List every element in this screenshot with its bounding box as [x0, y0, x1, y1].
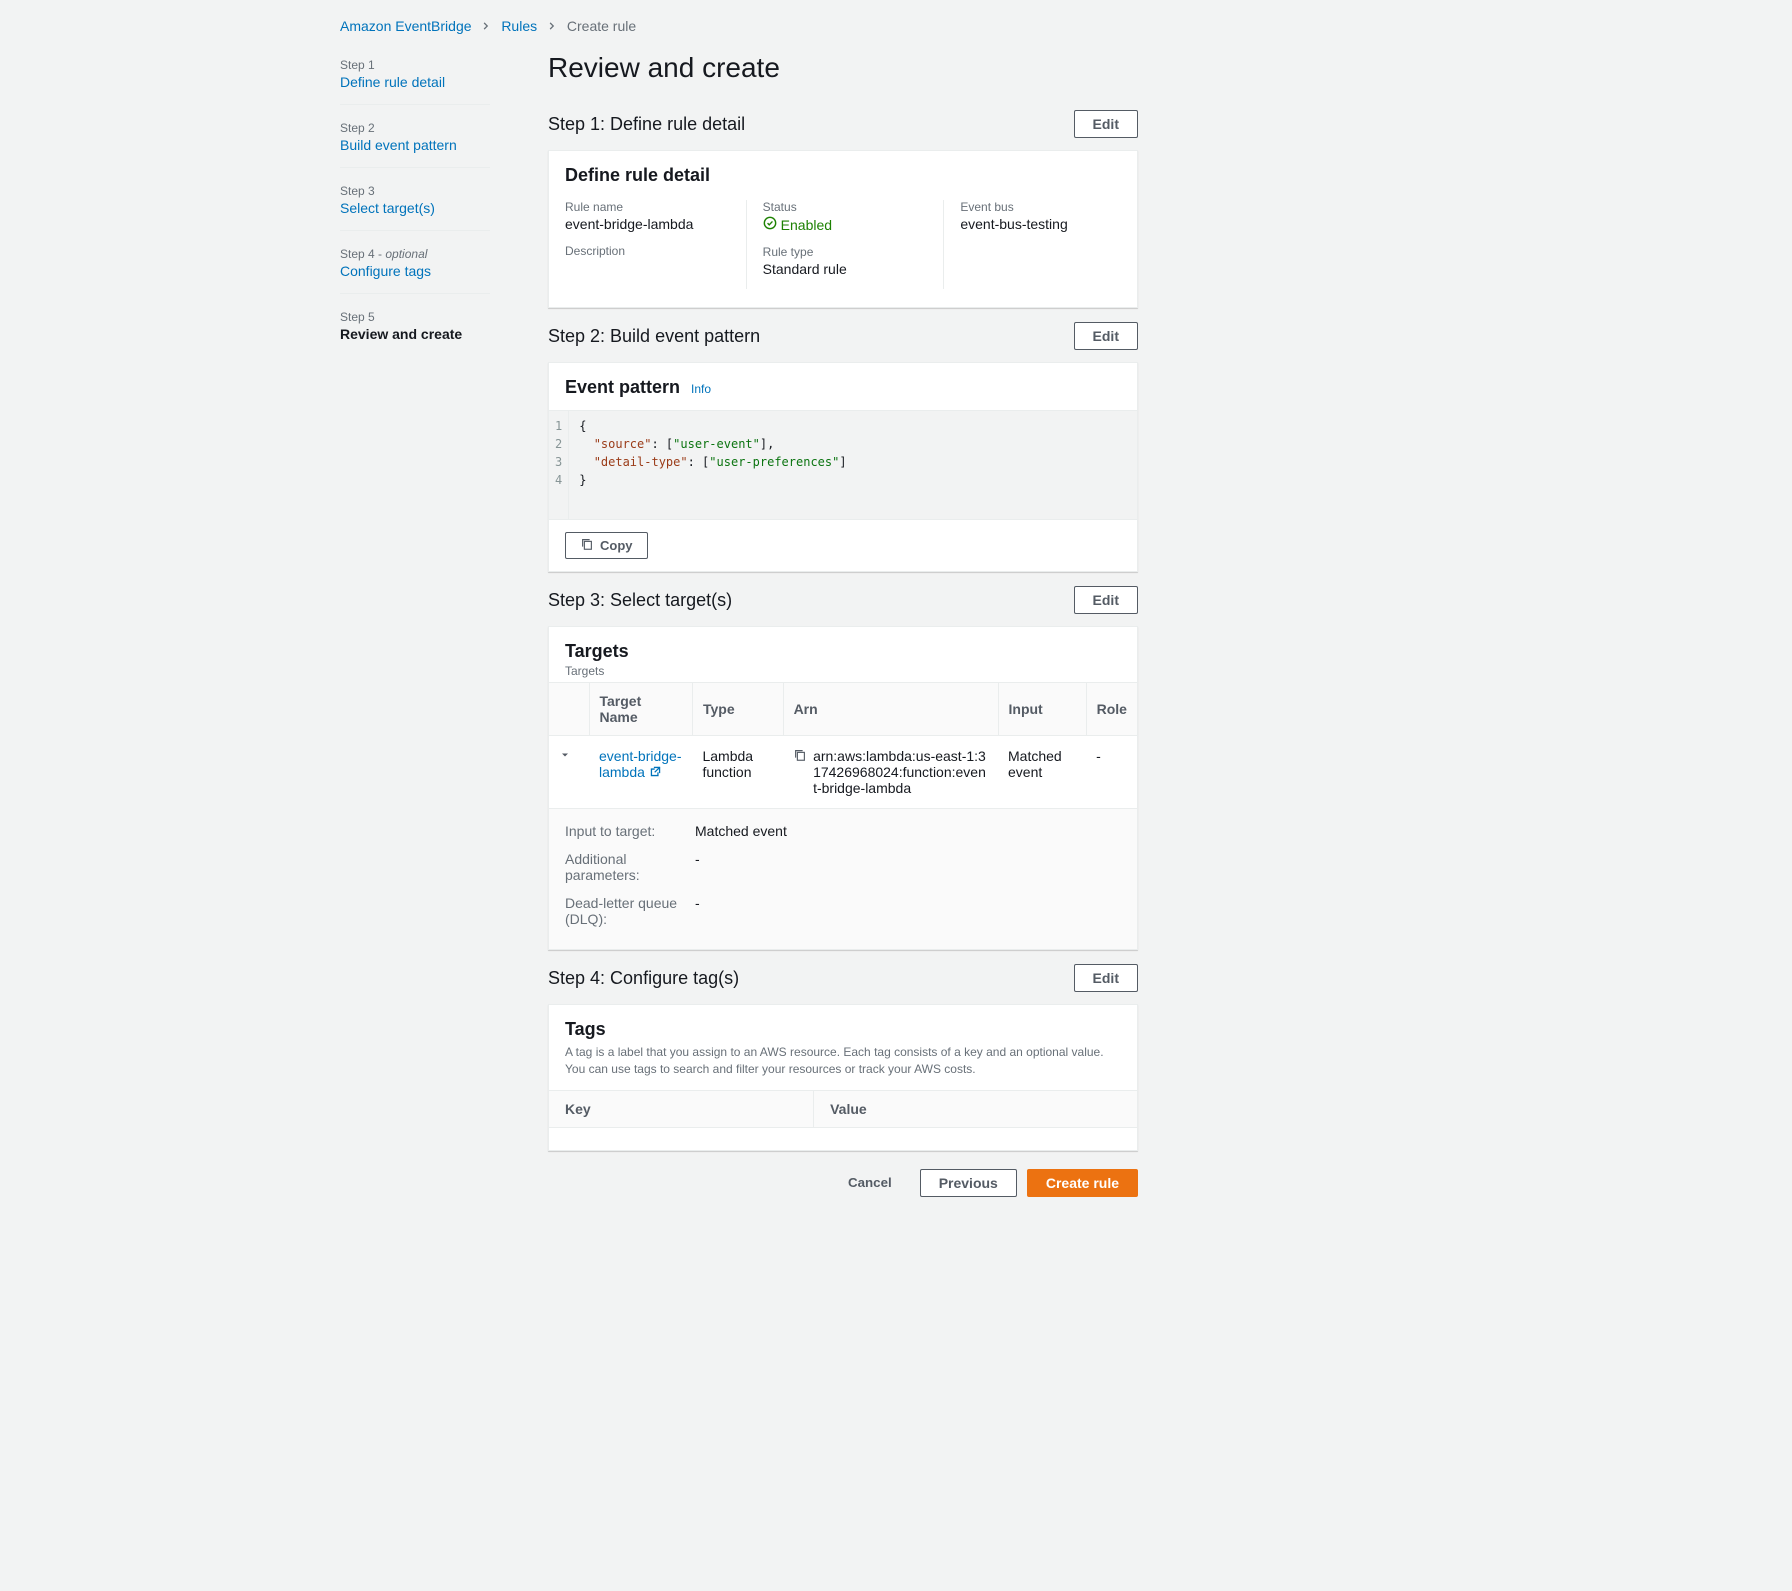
- step-num: Step 2: [340, 121, 490, 135]
- cancel-button[interactable]: Cancel: [830, 1169, 910, 1197]
- additional-params-label: Additional parameters:: [565, 851, 695, 883]
- target-role: -: [1086, 736, 1137, 809]
- description-label: Description: [565, 244, 726, 258]
- sidebar-item-configure-tags[interactable]: Configure tags: [340, 263, 490, 279]
- panel-define-rule-detail: Define rule detail Rule name event-bridg…: [548, 150, 1138, 308]
- breadcrumb: Amazon EventBridge Rules Create rule: [306, 0, 1486, 42]
- col-input: Input: [998, 683, 1086, 736]
- caret-down-icon: [559, 749, 571, 761]
- panel-title: Event pattern Info: [565, 377, 1121, 398]
- sidebar-item-define-rule-detail[interactable]: Define rule detail: [340, 74, 490, 90]
- additional-params-value: -: [695, 851, 700, 883]
- dlq-label: Dead-letter queue (DLQ):: [565, 895, 695, 927]
- step3-heading: Step 3: Select target(s): [548, 590, 732, 611]
- status-value: Enabled: [763, 216, 924, 233]
- copy-arn-button[interactable]: [793, 748, 807, 796]
- step1-heading: Step 1: Define rule detail: [548, 114, 745, 135]
- col-role: Role: [1086, 683, 1137, 736]
- tags-table: Key Value: [549, 1090, 1137, 1128]
- rule-type-value: Standard rule: [763, 261, 924, 277]
- previous-button[interactable]: Previous: [920, 1169, 1017, 1197]
- panel-subtitle: Targets: [565, 664, 1121, 678]
- status-label: Status: [763, 200, 924, 214]
- code-gutter: 1 2 3 4: [549, 411, 569, 519]
- edit-step2-button[interactable]: Edit: [1074, 322, 1138, 350]
- target-type: Lambda function: [692, 736, 783, 809]
- breadcrumb-current: Create rule: [567, 18, 636, 34]
- create-rule-button[interactable]: Create rule: [1027, 1169, 1138, 1197]
- external-link-icon: [649, 764, 662, 780]
- step-num: Step 5: [340, 310, 490, 324]
- dlq-value: -: [695, 895, 700, 927]
- tags-description: A tag is a label that you assign to an A…: [565, 1044, 1121, 1078]
- panel-event-pattern: Event pattern Info 1 2 3 4 { "source": […: [548, 362, 1138, 572]
- page-title: Review and create: [548, 52, 1138, 84]
- rule-name-label: Rule name: [565, 200, 726, 214]
- panel-title: Targets: [565, 641, 1121, 662]
- targets-table: Target Name Type Arn Input Role: [549, 682, 1137, 809]
- rule-name-value: event-bridge-lambda: [565, 216, 726, 232]
- sidebar-item-review-and-create: Review and create: [340, 326, 490, 342]
- target-arn: arn:aws:lambda:us-east-1:317426968024:fu…: [813, 748, 988, 796]
- target-details: Input to target: Matched event Additiona…: [549, 809, 1137, 949]
- check-circle-icon: [763, 216, 777, 233]
- rule-type-label: Rule type: [763, 245, 924, 259]
- chevron-right-icon: [547, 18, 557, 34]
- col-value: Value: [814, 1090, 1137, 1127]
- panel-tags: Tags A tag is a label that you assign to…: [548, 1004, 1138, 1151]
- event-bus-label: Event bus: [960, 200, 1121, 214]
- copy-button[interactable]: Copy: [565, 532, 648, 559]
- step-num: Step 3: [340, 184, 490, 198]
- step-num: Step 4 - optional: [340, 247, 490, 261]
- event-bus-value: event-bus-testing: [960, 216, 1121, 232]
- wizard-actions: Cancel Previous Create rule: [548, 1169, 1138, 1197]
- input-to-target-value: Matched event: [695, 823, 787, 839]
- wizard-sidebar: Step 1 Define rule detail Step 2 Build e…: [340, 52, 490, 1197]
- code-content: { "source": ["user-event"], "detail-type…: [569, 411, 856, 519]
- target-name-link[interactable]: event-bridge-lambda: [599, 748, 682, 780]
- expand-row-toggle[interactable]: [559, 748, 571, 764]
- input-to-target-label: Input to target:: [565, 823, 695, 839]
- breadcrumb-link-service[interactable]: Amazon EventBridge: [340, 18, 472, 34]
- panel-title: Define rule detail: [565, 165, 1121, 186]
- chevron-right-icon: [481, 18, 491, 34]
- event-pattern-code: 1 2 3 4 { "source": ["user-event"], "det…: [549, 410, 1137, 520]
- sidebar-item-build-event-pattern[interactable]: Build event pattern: [340, 137, 490, 153]
- main-content: Review and create Step 1: Define rule de…: [548, 52, 1138, 1197]
- col-type: Type: [692, 683, 783, 736]
- step4-heading: Step 4: Configure tag(s): [548, 968, 739, 989]
- breadcrumb-link-rules[interactable]: Rules: [501, 18, 537, 34]
- edit-step3-button[interactable]: Edit: [1074, 586, 1138, 614]
- edit-step1-button[interactable]: Edit: [1074, 110, 1138, 138]
- col-arn: Arn: [783, 683, 998, 736]
- sidebar-item-select-targets[interactable]: Select target(s): [340, 200, 490, 216]
- edit-step4-button[interactable]: Edit: [1074, 964, 1138, 992]
- col-target-name: Target Name: [589, 683, 692, 736]
- copy-icon: [580, 537, 594, 554]
- step-num: Step 1: [340, 58, 490, 72]
- step2-heading: Step 2: Build event pattern: [548, 326, 760, 347]
- panel-targets: Targets Targets Target Name Type Arn Inp…: [548, 626, 1138, 950]
- info-link[interactable]: Info: [691, 382, 711, 396]
- panel-title: Tags: [565, 1019, 1121, 1040]
- table-row: event-bridge-lambda Lambda function: [549, 736, 1137, 809]
- col-key: Key: [549, 1090, 814, 1127]
- target-input: Matched event: [998, 736, 1086, 809]
